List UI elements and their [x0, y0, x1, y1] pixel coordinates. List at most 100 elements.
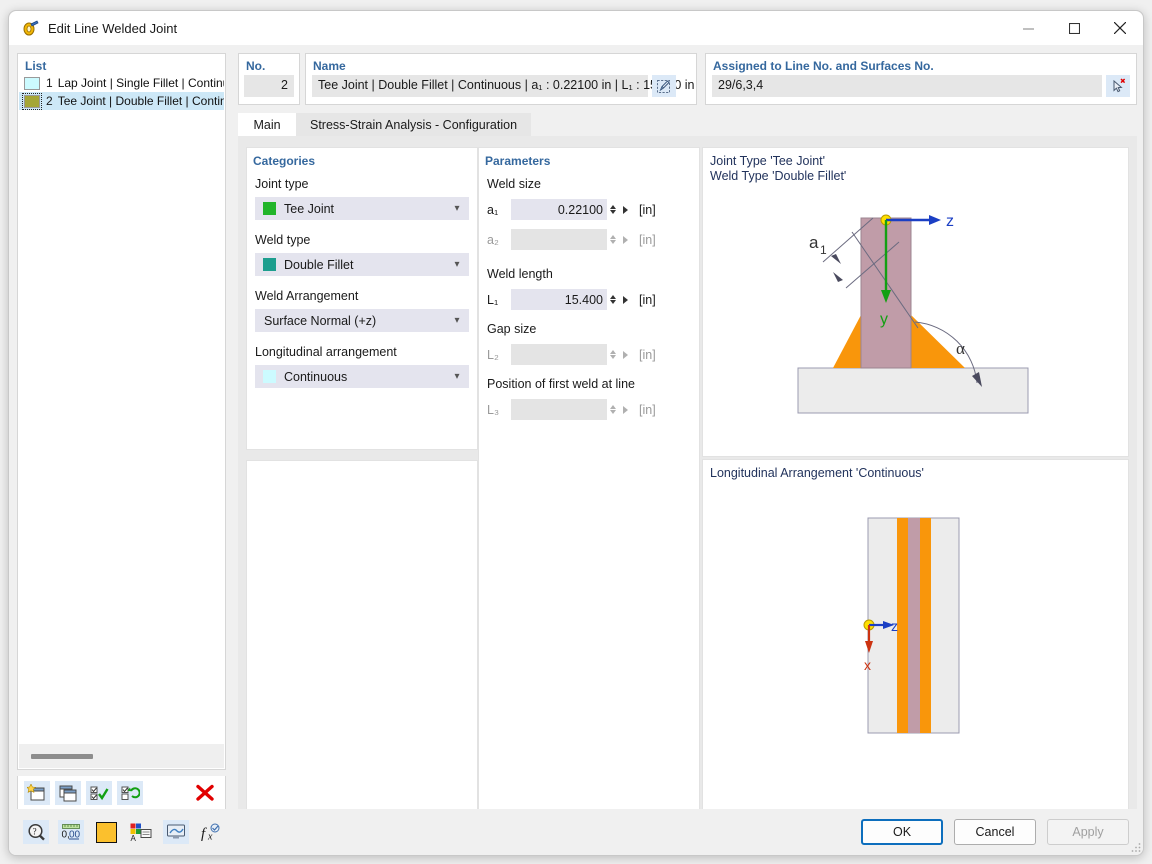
window-controls	[1005, 11, 1143, 45]
weld-arrangement-value: Surface Normal (+z)	[256, 314, 446, 328]
list-item[interactable]: 2 Tee Joint | Double Fillet | Contin	[19, 92, 224, 110]
chevron-down-icon[interactable]: ▾	[446, 203, 468, 214]
joint-graphic-caption-line1: Joint Type 'Tee Joint'	[710, 154, 1128, 169]
l1-unit: [in]	[639, 293, 656, 307]
l3-unit: [in]	[639, 403, 656, 417]
close-button[interactable]	[1097, 11, 1143, 45]
categories-panel: Categories Joint type Tee Joint ▾ Weld t…	[246, 147, 478, 450]
edit-line-welded-joint-dialog: Edit Line Welded Joint List 1 Lap Joint …	[8, 10, 1144, 856]
l2-input	[511, 344, 607, 365]
position-first-weld-l3-row: L₃ [in]	[487, 399, 656, 420]
a2-popup-button	[618, 229, 632, 250]
apply-button: Apply	[1047, 819, 1129, 845]
parameters-panel: Parameters Weld size a₁ 0.22100 [in] a₂ …	[478, 147, 700, 856]
longitudinal-arrangement-select[interactable]: Continuous ▾	[255, 365, 469, 388]
list-item-label: Lap Joint | Single Fillet | Continu	[58, 76, 224, 90]
position-first-weld-label: Position of first weld at line	[487, 377, 635, 391]
joint-type-value: Tee Joint	[284, 202, 446, 216]
l2-spinner	[607, 344, 618, 365]
l2-unit: [in]	[639, 348, 656, 362]
assigned-field[interactable]: 29/6,3,4	[712, 75, 1102, 97]
a1-dimension-label: a	[809, 233, 819, 252]
longitudinal-arrangement-group: Longitudinal arrangement Continuous ▾	[255, 345, 469, 388]
yellow-color-swatch-icon[interactable]	[93, 820, 119, 844]
longitudinal-arrangement-value: Continuous	[284, 370, 446, 384]
longitudinal-arrangement-drawing: z x	[703, 490, 1130, 810]
list-item[interactable]: 1 Lap Joint | Single Fillet | Continu	[19, 74, 224, 92]
a2-symbol: a₂	[487, 233, 511, 247]
monitor-icon[interactable]	[163, 820, 189, 844]
z-axis-label: z	[946, 213, 954, 230]
l1-symbol: L₁	[487, 293, 511, 307]
l1-spinner[interactable]	[607, 289, 618, 310]
select-all-button[interactable]	[86, 781, 112, 805]
l3-spinner	[607, 399, 618, 420]
list-toolbar	[17, 776, 226, 810]
assigned-box: Assigned to Line No. and Surfaces No. 29…	[705, 53, 1137, 105]
l3-input	[511, 399, 607, 420]
categories-caption: Categories	[247, 148, 477, 168]
a1-input[interactable]: 0.22100	[511, 199, 607, 220]
ok-button[interactable]: OK	[861, 819, 943, 845]
a1-popup-button[interactable]	[618, 199, 632, 220]
longitudinal-graphic-caption: Longitudinal Arrangement 'Continuous'	[703, 460, 1128, 481]
name-field[interactable]: Tee Joint | Double Fillet | Continuous |…	[312, 75, 648, 97]
weld-arrangement-group: Weld Arrangement Surface Normal (+z) ▾	[255, 289, 469, 332]
invert-selection-button[interactable]	[117, 781, 143, 805]
svg-text:f: f	[201, 826, 207, 842]
joint-graphic-caption-line2: Weld Type 'Double Fillet'	[710, 169, 1128, 184]
scrollbar-thumb[interactable]	[31, 754, 93, 759]
window-title: Edit Line Welded Joint	[48, 21, 177, 36]
weld-size-a1-row: a₁ 0.22100 [in]	[487, 199, 656, 220]
fx-formula-icon[interactable]: f x	[198, 820, 224, 844]
gap-size-label: Gap size	[487, 322, 536, 336]
tab-main[interactable]: Main	[238, 113, 296, 136]
number-box: No. 2	[238, 53, 300, 105]
resize-grip[interactable]	[1131, 842, 1141, 852]
joint-type-color-swatch	[263, 202, 276, 215]
weld-type-select[interactable]: Double Fillet ▾	[255, 253, 469, 276]
copy-button[interactable]	[55, 781, 81, 805]
magnifier-question-icon[interactable]: ?	[23, 820, 49, 844]
number-caption: No.	[239, 54, 299, 73]
delete-button[interactable]	[192, 781, 218, 805]
weld-length-l1-row: L₁ 15.400 [in]	[487, 289, 656, 310]
list-horizontal-scrollbar[interactable]	[19, 744, 224, 768]
chevron-down-icon[interactable]: ▾	[446, 371, 468, 382]
list-item-color-swatch	[24, 77, 40, 90]
weld-length-label: Weld length	[487, 267, 553, 281]
bottom-toolbar: ? 0, 00	[23, 820, 224, 844]
tab-stress-strain-analysis-configuration[interactable]: Stress-Strain Analysis - Configuration	[296, 113, 531, 136]
chevron-down-icon[interactable]: ▾	[446, 259, 468, 270]
chevron-down-icon[interactable]: ▾	[446, 315, 468, 326]
a1-dimension-subscript: 1	[820, 243, 827, 257]
gap-size-l2-row: L₂ [in]	[487, 344, 656, 365]
weld-size-a2-row: a₂ [in]	[487, 229, 656, 250]
parameters-caption: Parameters	[479, 148, 699, 168]
alpha-label: α	[956, 339, 965, 358]
name-box: Name Tee Joint | Double Fillet | Continu…	[305, 53, 697, 105]
minimize-button[interactable]	[1005, 11, 1051, 45]
joint-graphic-caption: Joint Type 'Tee Joint' Weld Type 'Double…	[703, 148, 1128, 184]
dialog-buttons: OK Cancel Apply	[861, 819, 1129, 845]
l1-popup-button[interactable]	[618, 289, 632, 310]
cancel-button[interactable]: Cancel	[954, 819, 1036, 845]
l1-input[interactable]: 15.400	[511, 289, 607, 310]
pencil-edit-icon[interactable]	[652, 75, 676, 97]
number-field[interactable]: 2	[244, 75, 294, 97]
joint-type-select[interactable]: Tee Joint ▾	[255, 197, 469, 220]
a1-spinner[interactable]	[607, 199, 618, 220]
joint-type-label: Joint type	[255, 177, 469, 191]
pick-in-graphic-icon[interactable]	[1106, 75, 1130, 97]
name-caption: Name	[306, 54, 696, 73]
new-button[interactable]	[24, 781, 50, 805]
maximize-button[interactable]	[1051, 11, 1097, 45]
svg-text:x: x	[207, 831, 213, 842]
tab-strip: Main Stress-Strain Analysis - Configurat…	[238, 113, 1137, 136]
y-axis-label: y	[880, 311, 888, 328]
display-properties-icon[interactable]: A	[128, 820, 154, 844]
weld-type-color-swatch	[263, 258, 276, 271]
tee-joint-cross-section-drawing: a 1 α z y	[703, 200, 1130, 450]
weld-arrangement-select[interactable]: Surface Normal (+z) ▾	[255, 309, 469, 332]
units-decimal-icon[interactable]: 0, 00	[58, 820, 84, 844]
